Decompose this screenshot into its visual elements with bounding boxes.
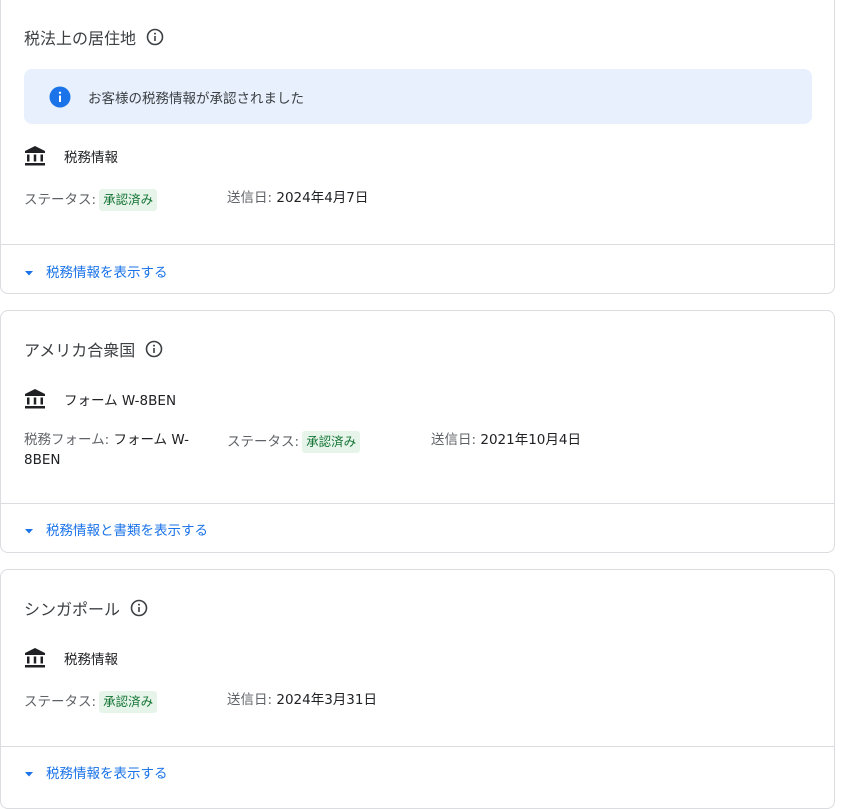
card-title: シンガポール xyxy=(24,600,121,619)
tax-info-item: 税務情報 xyxy=(24,647,118,669)
sent-date-field: 送信日: 2024年3月31日 xyxy=(227,690,377,710)
item-label: 税務情報 xyxy=(64,150,118,166)
status-label: ステータス: xyxy=(24,694,97,710)
card-header: シンガポール xyxy=(24,596,148,620)
sent-date-label: 送信日: xyxy=(227,190,273,206)
status-field: ステータス: 承認済み xyxy=(24,189,158,211)
sent-date-field: 送信日: 2021年10月4日 xyxy=(431,430,581,450)
status-badge: 承認済み xyxy=(99,189,158,211)
singapore-card: シンガポール 税務情報 ステータス: 承認済み 送信日: 2024年3月31日 税… xyxy=(0,569,835,809)
sent-date-value: 2021年10月4日 xyxy=(480,432,581,448)
expand-label: 税務情報と書類を表示する xyxy=(46,523,208,539)
tax-form-field: 税務フォーム: フォーム W- 8BEN xyxy=(24,430,199,470)
expand-label: 税務情報を表示する xyxy=(46,265,168,281)
sent-date-label: 送信日: xyxy=(227,692,273,708)
info-icon[interactable] xyxy=(145,340,163,358)
sent-date-value: 2024年4月7日 xyxy=(276,190,369,206)
item-label: 税務情報 xyxy=(64,652,118,668)
approval-banner: お客様の税務情報が承認されました xyxy=(24,69,812,124)
tax-form-value-cont: 8BEN xyxy=(24,452,61,468)
card-title: アメリカ合衆国 xyxy=(24,341,136,360)
show-tax-info-link[interactable]: 税務情報を表示する xyxy=(24,261,168,281)
card-title: 税法上の居住地 xyxy=(24,29,137,48)
card-header: アメリカ合衆国 xyxy=(24,337,163,361)
tax-info-item: 税務情報 xyxy=(24,145,118,167)
caret-down-icon xyxy=(24,266,34,276)
tax-form-value: フォーム W- xyxy=(113,432,190,448)
expand-label: 税務情報を表示する xyxy=(46,766,168,782)
info-filled-icon xyxy=(49,86,71,108)
info-icon[interactable] xyxy=(146,28,164,46)
bank-icon xyxy=(24,647,46,669)
form-item: フォーム W-8BEN xyxy=(24,388,176,410)
show-tax-info-docs-link[interactable]: 税務情報と書類を表示する xyxy=(24,519,208,539)
banner-text: お客様の税務情報が承認されました xyxy=(88,90,304,107)
caret-down-icon xyxy=(24,524,34,534)
divider xyxy=(1,244,834,245)
item-label: フォーム W-8BEN xyxy=(64,393,177,409)
status-label: ステータス: xyxy=(24,192,97,208)
status-field: ステータス: 承認済み xyxy=(227,431,361,453)
status-badge: 承認済み xyxy=(99,691,158,713)
usa-card: アメリカ合衆国 フォーム W-8BEN 税務フォーム: フォーム W- 8BEN… xyxy=(0,310,835,553)
divider xyxy=(1,503,834,504)
status-field: ステータス: 承認済み xyxy=(24,691,158,713)
show-tax-info-link[interactable]: 税務情報を表示する xyxy=(24,762,168,782)
status-label: ステータス: xyxy=(227,434,300,450)
sent-date-value: 2024年3月31日 xyxy=(276,692,377,708)
sent-date-field: 送信日: 2024年4月7日 xyxy=(227,188,368,208)
bank-icon xyxy=(24,388,46,410)
card-header: 税法上の居住地 xyxy=(24,25,164,49)
tax-form-label: 税務フォーム: xyxy=(24,432,110,448)
tax-residence-card: 税法上の居住地 お客様の税務情報が承認されました 税務情報 ステータス: 承認済み… xyxy=(0,0,835,294)
caret-down-icon xyxy=(24,767,34,777)
status-badge: 承認済み xyxy=(302,431,361,453)
bank-icon xyxy=(24,145,46,167)
divider xyxy=(1,746,834,747)
info-icon[interactable] xyxy=(130,599,148,617)
sent-date-label: 送信日: xyxy=(431,432,477,448)
